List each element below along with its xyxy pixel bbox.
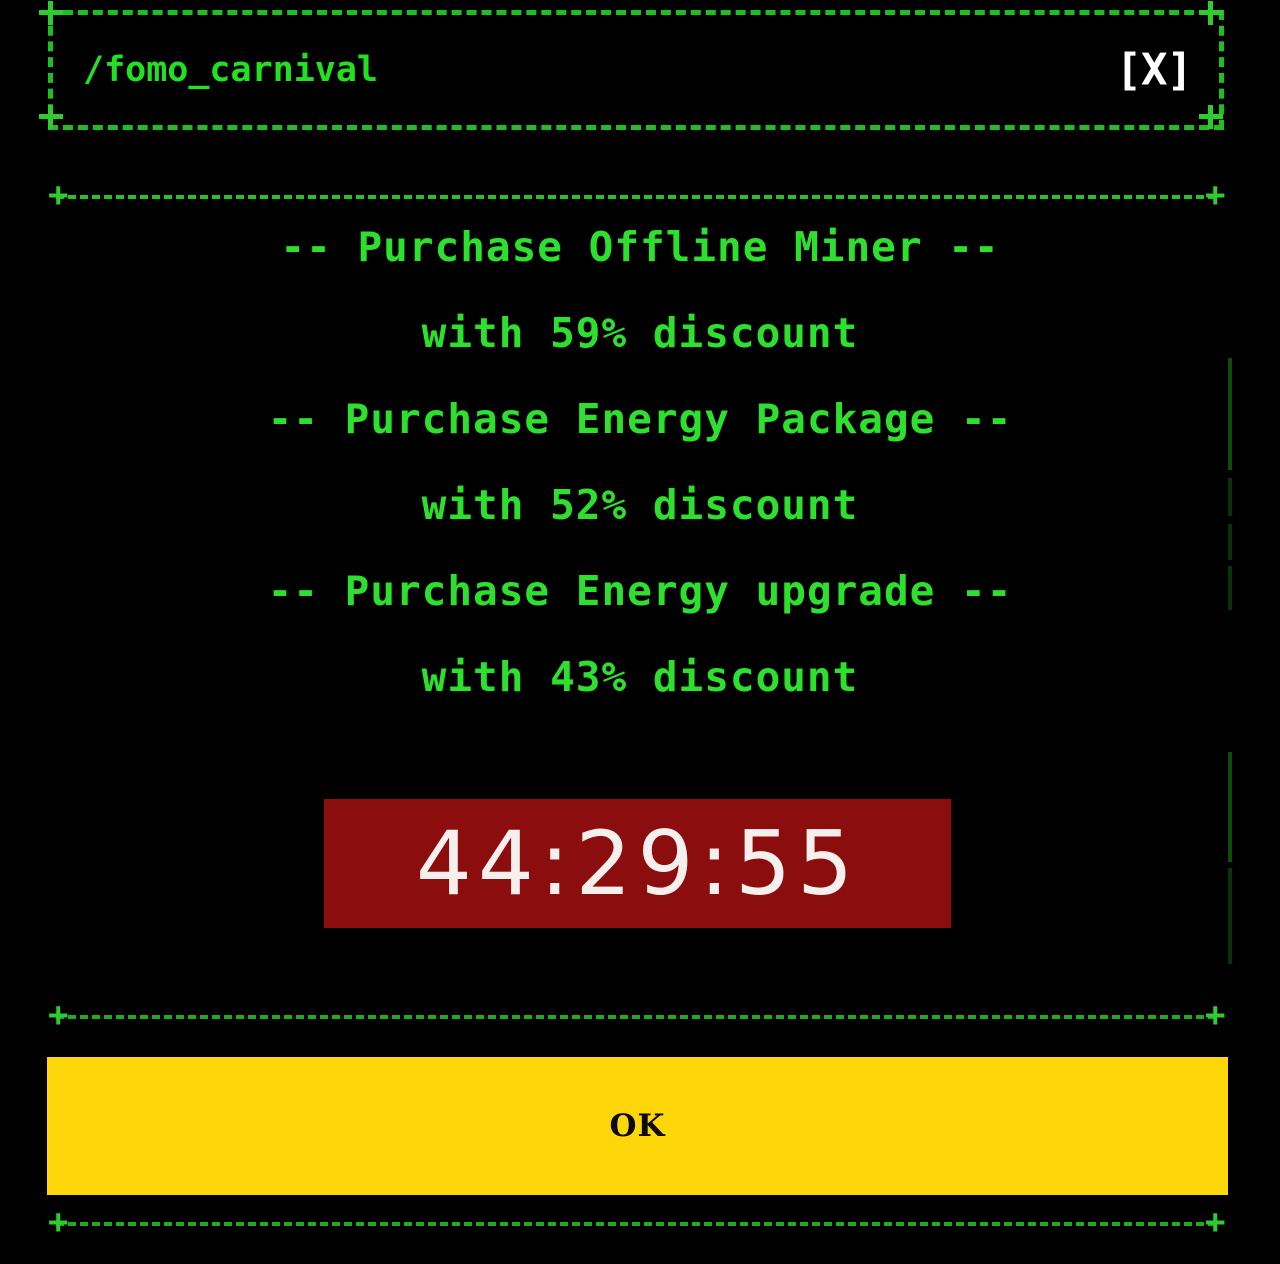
corner-marker-top-left: +: [48, 175, 69, 215]
corner-marker-bottom-left: +: [48, 1202, 69, 1242]
side-rule-fragment-6: [1228, 868, 1232, 964]
titlebar-border-top: [48, 10, 1224, 15]
ok-button-label: OK: [609, 1108, 666, 1144]
titlebar-corner-bottom-left: [39, 105, 64, 130]
offer-discount: with 59% discount: [421, 309, 859, 357]
titlebar-border-right: [1219, 10, 1224, 130]
corner-marker-top-right: +: [1205, 175, 1226, 215]
offers-list: -- Purchase Offline Miner -- with 59% di…: [0, 215, 1280, 731]
offer-discount: with 52% discount: [421, 481, 859, 529]
dialog-titlebar: /fomo_carnival [X]: [39, 1, 1224, 130]
offer-item: -- Purchase Offline Miner -- with 59% di…: [0, 215, 1280, 354]
divider-bottom: [56, 1222, 1216, 1226]
dialog-screen: /fomo_carnival [X] + + + + + + -- Purcha…: [0, 0, 1280, 1264]
offer-title: -- Purchase Offline Miner --: [280, 223, 1000, 271]
titlebar-corner-bottom-right: [1199, 105, 1224, 130]
close-icon[interactable]: [X]: [1116, 45, 1193, 96]
offer-title: -- Purchase Energy upgrade --: [267, 567, 1013, 615]
titlebar-corner-top-left: [39, 1, 64, 26]
ok-button[interactable]: OK: [47, 1057, 1228, 1195]
countdown-timer: 44:29:55: [324, 799, 951, 928]
corner-marker-bottom-right: +: [1205, 1202, 1226, 1242]
titlebar-border-bottom: [48, 125, 1224, 130]
titlebar-corner-top-right: [1199, 1, 1224, 26]
offer-title: -- Purchase Energy Package --: [267, 395, 1013, 443]
offer-item: -- Purchase Energy upgrade -- with 43% d…: [0, 559, 1280, 698]
offer-item: -- Purchase Energy Package -- with 52% d…: [0, 387, 1280, 526]
corner-marker-middle-right: +: [1205, 995, 1226, 1035]
countdown-value: 44:29:55: [415, 811, 860, 915]
corner-marker-middle-left: +: [48, 995, 69, 1035]
divider-middle: [56, 1015, 1216, 1019]
offer-discount: with 43% discount: [421, 653, 859, 701]
window-title: /fomo_carnival: [83, 50, 379, 90]
divider-top: [56, 195, 1216, 199]
side-rule-fragment-5: [1228, 752, 1232, 862]
